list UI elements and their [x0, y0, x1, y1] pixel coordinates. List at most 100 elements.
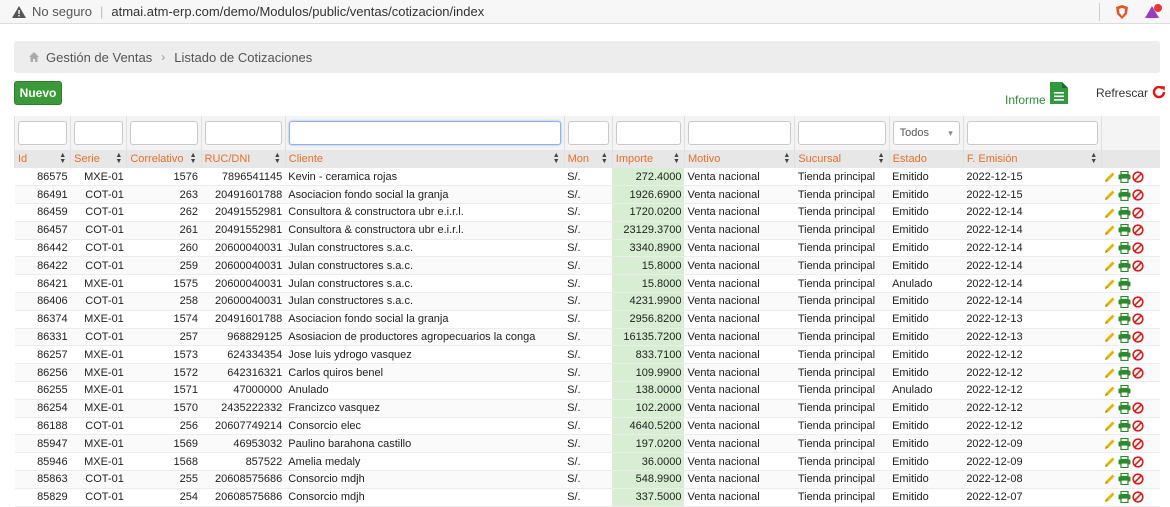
- table-row[interactable]: 85947 MXE-01 1569 46953032 Paulino barahona …: [14, 434, 1160, 454]
- home-icon[interactable]: [28, 51, 40, 63]
- edit-pencil-icon[interactable]: [1104, 420, 1117, 432]
- print-icon[interactable]: [1118, 331, 1131, 344]
- new-button[interactable]: Nuevo: [14, 81, 62, 105]
- filter-motivo-input[interactable]: [687, 121, 792, 145]
- edit-pencil-icon[interactable]: [1104, 207, 1117, 219]
- print-icon[interactable]: [1118, 402, 1131, 415]
- print-icon[interactable]: [1118, 348, 1131, 362]
- filter-mon-input[interactable]: [567, 121, 609, 145]
- table-row[interactable]: 86491 COT-01 263 20491601788 Asociacion fond…: [14, 185, 1160, 205]
- column-header-correlativo[interactable]: Correlativo ▲ ▼: [126, 150, 202, 168]
- table-row[interactable]: 86255 MXE-01 1571 47000000 Anulado S/. 138.000…: [14, 381, 1160, 400]
- edit-pencil-icon[interactable]: [1104, 491, 1117, 503]
- print-icon[interactable]: [1118, 206, 1131, 219]
- address-bar[interactable]: No seguro | atmai.atm-erp.com/demo/Modul…: [0, 0, 1170, 24]
- cancel-icon[interactable]: [1132, 295, 1145, 308]
- filter-correlativo-input[interactable]: [130, 121, 198, 145]
- table-row[interactable]: 85863 COT-01 255 20608575686 Consorcio mdjh S…: [14, 470, 1160, 489]
- print-icon[interactable]: [1118, 491, 1131, 504]
- table-row[interactable]: 86256 MXE-01 1572 642316321 Carlos quiros be…: [14, 363, 1160, 383]
- warning-icon[interactable]: [12, 5, 26, 18]
- cancel-icon[interactable]: [1132, 491, 1145, 503]
- table-row[interactable]: 86421 MXE-01 1575 20600040031 Julan construc…: [14, 274, 1160, 294]
- edit-pencil-icon[interactable]: [1104, 385, 1117, 397]
- refresh-icon[interactable]: [1151, 84, 1167, 103]
- filter-id-input[interactable]: [18, 121, 68, 145]
- report-button[interactable]: Informe: [1005, 81, 1068, 107]
- print-icon[interactable]: [1118, 437, 1131, 450]
- edit-pencil-icon[interactable]: [1104, 296, 1117, 308]
- edit-pencil-icon[interactable]: [1104, 189, 1117, 201]
- filter-importe-input[interactable]: [615, 121, 681, 145]
- report-label[interactable]: Informe: [1005, 93, 1046, 107]
- print-icon[interactable]: [1118, 224, 1131, 237]
- table-row[interactable]: 86422 COT-01 259 20600040031 Julan construct…: [14, 256, 1160, 276]
- table-row[interactable]: 86575 MXE-01 1576 7896541145 Kevin - ceramic…: [14, 168, 1160, 187]
- print-icon[interactable]: [1118, 170, 1131, 183]
- security-label[interactable]: No seguro: [32, 4, 92, 19]
- filter-sucursal-input[interactable]: [798, 121, 886, 145]
- cancel-icon[interactable]: [1132, 456, 1145, 468]
- edit-pencil-icon[interactable]: [1104, 242, 1117, 254]
- cancel-icon[interactable]: [1132, 331, 1145, 343]
- refresh-label[interactable]: Refrescar: [1096, 86, 1148, 100]
- print-icon[interactable]: [1118, 419, 1131, 433]
- edit-pencil-icon[interactable]: [1104, 402, 1117, 414]
- edit-pencil-icon[interactable]: [1104, 349, 1117, 361]
- edit-pencil-icon[interactable]: [1104, 260, 1117, 272]
- table-row[interactable]: 86331 COT-01 257 968829125 Asosiacion de pro…: [14, 328, 1160, 347]
- column-header-ruc[interactable]: RUC/DNI ▲ ▼: [200, 150, 286, 168]
- edit-pencil-icon[interactable]: [1104, 456, 1117, 468]
- filter-serie-input[interactable]: [74, 121, 124, 145]
- print-icon[interactable]: [1118, 295, 1131, 308]
- column-header-estado[interactable]: Estado: [888, 150, 964, 168]
- edit-pencil-icon[interactable]: [1104, 438, 1117, 450]
- cancel-icon[interactable]: [1132, 349, 1145, 361]
- filter-estado-select[interactable]: Todos ▾: [892, 121, 960, 145]
- cancel-icon[interactable]: [1132, 260, 1145, 272]
- print-icon[interactable]: [1118, 188, 1131, 201]
- print-icon[interactable]: [1118, 242, 1131, 255]
- table-row[interactable]: 85946 MXE-01 1568 857522 Amelia medaly S/. 36.…: [14, 452, 1160, 472]
- cancel-icon[interactable]: [1132, 402, 1145, 414]
- refresh-button[interactable]: Refrescar: [1096, 84, 1167, 102]
- cancel-icon[interactable]: [1132, 189, 1145, 201]
- column-header-cliente[interactable]: Cliente ▲ ▼: [284, 150, 565, 168]
- edit-pencil-icon[interactable]: [1104, 278, 1117, 290]
- edit-pencil-icon[interactable]: [1104, 367, 1117, 379]
- url-text[interactable]: atmai.atm-erp.com/demo/Modulos/public/ve…: [111, 4, 484, 19]
- table-row[interactable]: 86254 MXE-01 1570 2435222332 Francizco vasqu…: [14, 399, 1160, 418]
- column-header-serie[interactable]: Serie ▲ ▼: [70, 150, 127, 168]
- print-icon[interactable]: [1118, 473, 1131, 486]
- edit-pencil-icon[interactable]: [1104, 331, 1117, 343]
- print-icon[interactable]: [1118, 313, 1131, 326]
- print-icon[interactable]: [1118, 277, 1131, 290]
- cancel-icon[interactable]: [1132, 367, 1145, 379]
- column-header-importe[interactable]: Importe ▲ ▼: [611, 150, 685, 168]
- breadcrumb-item-ventas[interactable]: Gestión de Ventas: [46, 50, 152, 65]
- print-icon[interactable]: [1118, 455, 1131, 468]
- table-row[interactable]: 86374 MXE-01 1574 20491601788 Asociacion fon…: [14, 310, 1160, 329]
- edit-pencil-icon[interactable]: [1104, 473, 1117, 485]
- filter-fecha-input[interactable]: [966, 121, 1099, 145]
- cancel-icon[interactable]: [1132, 171, 1145, 183]
- column-header-sucursal[interactable]: Sucursal ▲ ▼: [794, 150, 890, 168]
- column-header-mon[interactable]: Mon ▲ ▼: [563, 150, 613, 168]
- filter-ruc-input[interactable]: [204, 121, 282, 145]
- table-row[interactable]: 86459 COT-01 262 20491552981 Consultora & co…: [14, 203, 1160, 222]
- cancel-icon[interactable]: [1132, 224, 1145, 236]
- print-icon[interactable]: [1118, 259, 1131, 273]
- table-row[interactable]: 86257 MXE-01 1573 624334354 Jose luis ydrogo…: [14, 345, 1160, 365]
- print-icon[interactable]: [1118, 384, 1131, 397]
- cancel-icon[interactable]: [1132, 313, 1145, 325]
- edit-pencil-icon[interactable]: [1104, 313, 1117, 325]
- table-row[interactable]: 86406 COT-01 258 20600040031 Julan construct…: [14, 292, 1160, 311]
- cancel-icon[interactable]: [1132, 473, 1145, 486]
- spreadsheet-icon[interactable]: [1049, 82, 1068, 107]
- edit-pencil-icon[interactable]: [1104, 171, 1117, 183]
- print-icon[interactable]: [1118, 366, 1131, 379]
- table-row[interactable]: 86442 COT-01 260 20600040031 Julan construct…: [14, 239, 1160, 258]
- cancel-icon[interactable]: [1132, 206, 1145, 219]
- table-row[interactable]: 85829 COT-01 254 20608575686 Consorcio mdjh S…: [14, 488, 1160, 507]
- column-header-id[interactable]: Id ▲ ▼: [13, 150, 71, 168]
